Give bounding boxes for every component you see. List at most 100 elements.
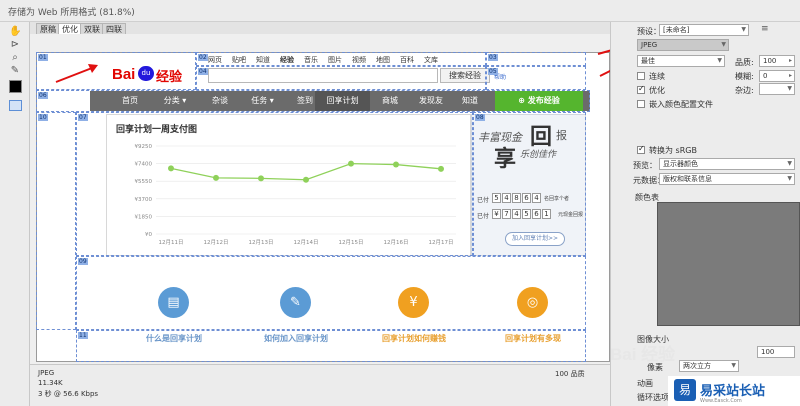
- image-size-input[interactable]: 100: [757, 346, 795, 358]
- preset-select[interactable]: [未命名] ▼: [659, 24, 749, 36]
- topnav-item[interactable]: 百科: [400, 55, 414, 65]
- help-link[interactable]: 帮助: [494, 72, 506, 81]
- site-logo-icon: 易: [674, 379, 696, 401]
- site-watermark: 易 易采站长站 Www.Easck.Com: [668, 376, 800, 406]
- quality-label: 品质:: [735, 58, 754, 67]
- tab-2up[interactable]: 双联: [80, 23, 104, 34]
- counter-digit: 4: [502, 193, 511, 203]
- quality-preset-select[interactable]: 最佳 ▼: [637, 55, 725, 67]
- quality-input[interactable]: 100 ▸: [759, 55, 795, 67]
- status-time: 3 秒 @ 56.6 Kbps: [38, 390, 99, 398]
- topnav-item[interactable]: 文库: [424, 55, 438, 65]
- publish-plus-icon: ⊕: [518, 96, 528, 105]
- counter-digit: 6: [522, 193, 531, 203]
- tab-original[interactable]: 原稿: [36, 23, 60, 34]
- nav-item[interactable]: 首页: [110, 91, 150, 111]
- feature-label[interactable]: 如何加入回享计划: [258, 333, 334, 344]
- nav-item[interactable]: 任务 ▾: [240, 91, 285, 111]
- tab-4up[interactable]: 四联: [102, 23, 126, 34]
- convert-srgb-label: 转换为 sRGB: [649, 146, 697, 155]
- optimized-label: 优化: [649, 86, 665, 95]
- format-select[interactable]: JPEG ▼: [637, 39, 729, 51]
- y-tick-label: ¥5550: [135, 179, 153, 185]
- resample-select[interactable]: 两次立方 ▼: [679, 360, 739, 372]
- x-tick-label: 12月15日: [339, 239, 364, 246]
- preset-value: [未命名]: [663, 26, 690, 34]
- baidu-main-nav: 首页 分类 ▾ 杂谈 任务 ▾ 签到 回享计划 商城 发现友 知道 ⊕ 发布经验: [90, 91, 590, 111]
- preview-select[interactable]: 显示器颜色 ▼: [659, 158, 795, 170]
- toggle-slice-visibility-icon[interactable]: [9, 100, 22, 111]
- tab-optimized[interactable]: 优化: [58, 23, 82, 34]
- matte-label: 杂边:: [735, 86, 754, 95]
- topnav-item[interactable]: 音乐: [304, 55, 318, 65]
- feature-label[interactable]: 回享计划如何赚钱: [376, 333, 452, 344]
- eyedropper-color-swatch[interactable]: [9, 80, 22, 93]
- counter-digit: 5: [492, 193, 501, 203]
- feature-label[interactable]: 回享计划有多现: [495, 333, 571, 344]
- progressive-checkbox[interactable]: [637, 72, 645, 80]
- zoom-tool-icon[interactable]: ⌕: [9, 52, 21, 63]
- baidu-search-input[interactable]: [208, 68, 438, 83]
- hand-tool-icon[interactable]: ✋: [9, 26, 21, 37]
- blur-input[interactable]: 0 ▸: [759, 70, 795, 82]
- slice-select-tool-icon[interactable]: ⊳: [9, 39, 21, 50]
- preview-value: 显示器颜色: [663, 160, 698, 168]
- panel-menu-icon[interactable]: ≡: [761, 24, 769, 34]
- window-titlebar: 存储为 Web 所用格式 (81.8%): [0, 0, 800, 22]
- topnav-item[interactable]: 图片: [328, 55, 342, 65]
- nav-item[interactable]: 杂谈: [200, 91, 240, 111]
- chevron-down-icon: ▼: [717, 57, 722, 64]
- topnav-item[interactable]: 地图: [376, 55, 390, 65]
- promo-row2-label: 已付: [477, 213, 490, 220]
- topnav-item[interactable]: 视频: [352, 55, 366, 65]
- y-tick-label: ¥9250: [135, 144, 153, 150]
- baidu-top-nav: 网页 贴吧 知道 经验 音乐 图片 视频 地图 百科 文库: [208, 55, 448, 65]
- feature-label[interactable]: 什么是回享计划: [136, 333, 212, 344]
- chevron-down-icon: ▼: [787, 175, 792, 182]
- data-point: [258, 175, 264, 182]
- nav-item[interactable]: 商城: [370, 91, 410, 111]
- chevron-down-icon: ▼: [787, 160, 792, 167]
- topnav-item[interactable]: 网页: [208, 55, 222, 65]
- site-name: 易采站长站: [700, 384, 766, 399]
- data-point: [393, 161, 399, 168]
- nav-item[interactable]: 分类 ▾: [155, 91, 195, 111]
- eyedropper-tool-icon[interactable]: ✎: [9, 65, 21, 76]
- site-url: Www.Easck.Com: [700, 398, 742, 404]
- x-tick-label: 12月16日: [384, 239, 409, 246]
- nav-item[interactable]: 知道: [450, 91, 490, 111]
- search-experience-button[interactable]: 搜索经验: [440, 68, 490, 83]
- publish-label: 发布经验: [527, 96, 560, 105]
- optimized-checkbox[interactable]: [637, 84, 645, 94]
- progressive-label: 连续: [649, 72, 665, 81]
- status-quality: 100 品质: [555, 370, 585, 378]
- coin-icon[interactable]: ◎: [517, 287, 548, 318]
- baidu-jingyan-watermark: Bai 经验: [610, 345, 676, 364]
- join-plan-button[interactable]: 加入回享计划>>: [505, 232, 565, 246]
- metadata-select[interactable]: 版权和联系信息 ▼: [659, 173, 795, 185]
- matte-select[interactable]: ▼: [759, 83, 795, 95]
- edit-icon[interactable]: ✎: [280, 287, 311, 318]
- convert-srgb-checkbox[interactable]: [637, 144, 645, 154]
- y-tick-label: ¥0: [145, 232, 152, 238]
- topnav-item[interactable]: 知道: [256, 55, 270, 65]
- counter-digit: 1: [542, 209, 551, 219]
- topnav-item[interactable]: 经验: [280, 55, 294, 65]
- status-size: 11.34K: [38, 379, 63, 387]
- embed-profile-checkbox[interactable]: [637, 100, 645, 108]
- publish-experience-button[interactable]: ⊕ 发布经验: [495, 91, 583, 111]
- book-icon[interactable]: ▤: [158, 287, 189, 318]
- loop-options-label: 循环选项: [637, 393, 669, 402]
- chevron-down-icon: ▼: [721, 41, 726, 48]
- counter-digit: 7: [502, 209, 511, 219]
- blur-label: 模糊:: [735, 72, 754, 81]
- nav-item[interactable]: 发现友: [410, 91, 452, 111]
- preset-label: 预设：: [637, 27, 661, 36]
- money-bag-icon[interactable]: ¥: [398, 287, 429, 318]
- promo-slogan-3: 乐创佳作: [520, 150, 557, 160]
- blur-value: 0: [763, 72, 768, 80]
- nav-item-active[interactable]: 回享计划: [315, 91, 370, 111]
- line-chart: ¥0 ¥1850 ¥3700 ¥5550 ¥7400 ¥9250 12月11日 12月12日 1…: [135, 144, 456, 246]
- topnav-item[interactable]: 贴吧: [232, 55, 246, 65]
- counter-digit: 8: [512, 193, 521, 203]
